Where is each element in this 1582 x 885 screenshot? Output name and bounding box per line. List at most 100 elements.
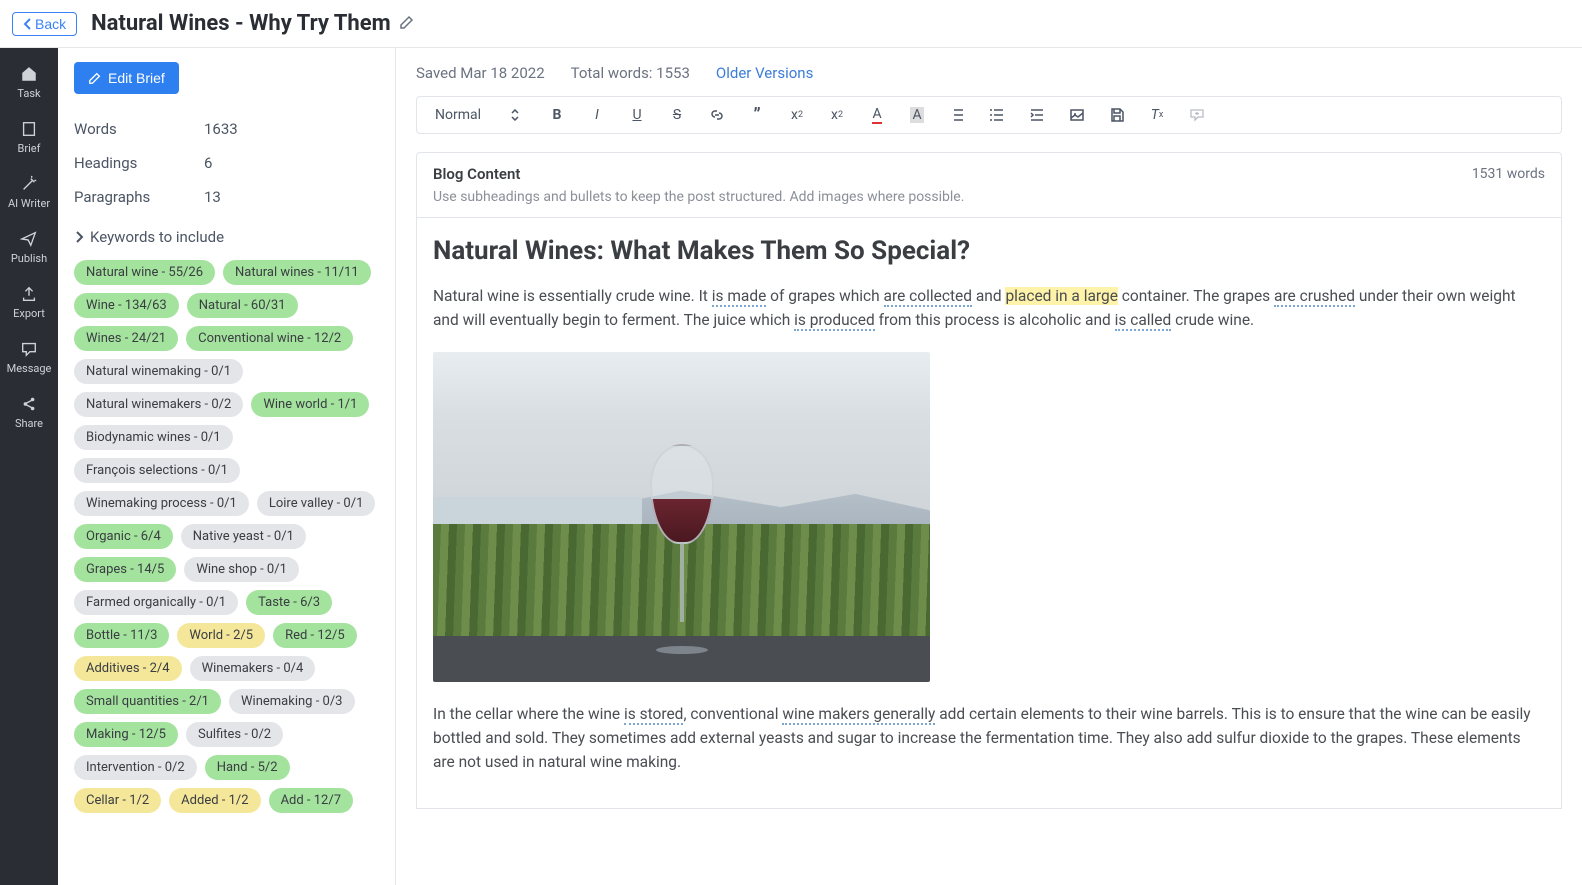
quote-button[interactable]: ” <box>747 105 767 125</box>
sidenav-item-share[interactable]: Share <box>0 385 58 440</box>
keyword-chip[interactable]: Native yeast - 0/1 <box>181 524 306 549</box>
keywords-toggle[interactable]: Keywords to include <box>74 228 379 246</box>
keyword-chip[interactable]: Wines - 24/21 <box>74 326 178 351</box>
keyword-chip[interactable]: Natural wine - 55/26 <box>74 260 215 285</box>
editor-panel: Saved Mar 18 2022 Total words: 1553 Olde… <box>396 48 1582 885</box>
saved-label: Saved Mar 18 2022 <box>416 64 545 82</box>
content-paragraph: In the cellar where the wine is stored, … <box>433 702 1545 774</box>
sidenav-item-export[interactable]: Export <box>0 275 58 330</box>
keyword-chip[interactable]: World - 2/5 <box>177 623 265 648</box>
keyword-chip[interactable]: Red - 12/5 <box>273 623 357 648</box>
keyword-chip[interactable]: Grapes - 14/5 <box>74 557 176 582</box>
text-color-button[interactable]: A <box>867 105 887 125</box>
content-image <box>433 352 930 682</box>
stats-block: Words1633Headings6Paragraphs13 <box>74 112 379 214</box>
older-versions-link[interactable]: Older Versions <box>716 64 813 82</box>
keyword-chip[interactable]: Winemakers - 0/4 <box>190 656 316 681</box>
keyword-chip[interactable]: Add - 12/7 <box>269 788 353 813</box>
pencil-icon <box>88 71 102 85</box>
content-body[interactable]: Natural Wines: What Makes Them So Specia… <box>416 218 1562 809</box>
format-label: Normal <box>435 107 481 123</box>
left-panel: Edit Brief Words1633Headings6Paragraphs1… <box>58 48 396 885</box>
keyword-chip[interactable]: Biodynamic wines - 0/1 <box>74 425 233 450</box>
keyword-chip[interactable]: Making - 12/5 <box>74 722 178 747</box>
home-icon <box>20 65 38 83</box>
keyword-chip[interactable]: Taste - 6/3 <box>246 590 332 615</box>
side-nav: TaskBriefAI WriterPublishExportMessageSh… <box>0 0 58 885</box>
keyword-chip[interactable]: Hand - 5/2 <box>205 755 290 780</box>
bold-button[interactable]: B <box>547 105 567 125</box>
keyword-chip[interactable]: Cellar - 1/2 <box>74 788 161 813</box>
edit-brief-label: Edit Brief <box>108 70 165 86</box>
edit-brief-button[interactable]: Edit Brief <box>74 62 179 94</box>
content-hint: Use subheadings and bullets to keep the … <box>433 189 1545 205</box>
unordered-list-button[interactable] <box>987 105 1007 125</box>
share-icon <box>20 395 38 413</box>
image-button[interactable] <box>1067 105 1087 125</box>
keyword-chip[interactable]: Small quantities - 2/1 <box>74 689 221 714</box>
keywords-header-label: Keywords to include <box>90 228 224 246</box>
stat-row: Headings6 <box>74 146 379 180</box>
send-icon <box>20 230 38 248</box>
page-title: Natural Wines - Why Try Them <box>91 11 391 36</box>
stat-row: Paragraphs13 <box>74 180 379 214</box>
keyword-chip[interactable]: Added - 1/2 <box>169 788 260 813</box>
italic-button[interactable]: I <box>587 105 607 125</box>
select-arrows-icon <box>511 109 519 121</box>
content-header: Blog Content 1531 words Use subheadings … <box>416 152 1562 218</box>
format-select[interactable]: Normal <box>427 103 527 127</box>
keyword-chip[interactable]: Intervention - 0/2 <box>74 755 197 780</box>
highlight-button[interactable]: A <box>907 105 927 125</box>
wand-icon <box>20 175 38 193</box>
clear-format-button[interactable]: Tx <box>1147 105 1167 125</box>
ordered-list-button[interactable] <box>947 105 967 125</box>
sidenav-item-task[interactable]: Task <box>0 55 58 110</box>
back-button[interactable]: Back <box>12 12 77 36</box>
link-button[interactable] <box>707 105 727 125</box>
sidenav-item-brief[interactable]: Brief <box>0 110 58 165</box>
editor-toolbar: Normal B I U S ” x2 x2 A A Tx <box>416 96 1562 134</box>
keyword-chip[interactable]: Natural wines - 11/11 <box>223 260 371 285</box>
save-button[interactable] <box>1107 105 1127 125</box>
note-icon <box>20 120 38 138</box>
subscript-button[interactable]: x2 <box>787 105 807 125</box>
edit-title-icon[interactable] <box>399 14 415 34</box>
content-heading: Natural Wines: What Makes Them So Specia… <box>433 236 1545 266</box>
keyword-chip[interactable]: Natural winemakers - 0/2 <box>74 392 243 417</box>
keyword-chip[interactable]: Wine world - 1/1 <box>251 392 369 417</box>
keyword-chip[interactable]: Additives - 2/4 <box>74 656 182 681</box>
keyword-chip[interactable]: Wine - 134/63 <box>74 293 179 318</box>
word-count: 1531 words <box>1472 166 1545 182</box>
strikethrough-button[interactable]: S <box>667 105 687 125</box>
sidenav-item-message[interactable]: Message <box>0 330 58 385</box>
chat-icon <box>20 340 38 358</box>
content-title: Blog Content <box>433 165 520 183</box>
keyword-chip[interactable]: Conventional wine - 12/2 <box>186 326 353 351</box>
content-paragraph: Natural wine is essentially crude wine. … <box>433 284 1545 332</box>
keyword-chip[interactable]: Winemaking - 0/3 <box>229 689 355 714</box>
keyword-chip[interactable]: Natural winemaking - 0/1 <box>74 359 243 384</box>
export-icon <box>20 285 38 303</box>
keyword-chip[interactable]: Winemaking process - 0/1 <box>74 491 249 516</box>
indent-button[interactable] <box>1027 105 1047 125</box>
keyword-chip[interactable]: Loire valley - 0/1 <box>257 491 376 516</box>
keyword-chip[interactable]: Sulfites - 0/2 <box>186 722 283 747</box>
keyword-chip[interactable]: François selections - 0/1 <box>74 458 240 483</box>
keyword-chip[interactable]: Bottle - 11/3 <box>74 623 169 648</box>
chevron-left-icon <box>23 18 33 30</box>
sidenav-item-ai-writer[interactable]: AI Writer <box>0 165 58 220</box>
superscript-button[interactable]: x2 <box>827 105 847 125</box>
back-label: Back <box>35 16 66 32</box>
keyword-chip[interactable]: Wine shop - 0/1 <box>184 557 299 582</box>
comment-button[interactable] <box>1187 105 1207 125</box>
stat-row: Words1633 <box>74 112 379 146</box>
chevron-right-icon <box>74 231 84 243</box>
keyword-chip[interactable]: Organic - 6/4 <box>74 524 173 549</box>
total-words-label: Total words: 1553 <box>571 64 690 82</box>
keyword-chip[interactable]: Natural - 60/31 <box>187 293 298 318</box>
keyword-chip[interactable]: Farmed organically - 0/1 <box>74 590 238 615</box>
underline-button[interactable]: U <box>627 105 647 125</box>
sidenav-item-publish[interactable]: Publish <box>0 220 58 275</box>
keyword-chips: Natural wine - 55/26 Natural wines - 11/1… <box>74 260 379 813</box>
meta-row: Saved Mar 18 2022 Total words: 1553 Olde… <box>416 64 1562 82</box>
